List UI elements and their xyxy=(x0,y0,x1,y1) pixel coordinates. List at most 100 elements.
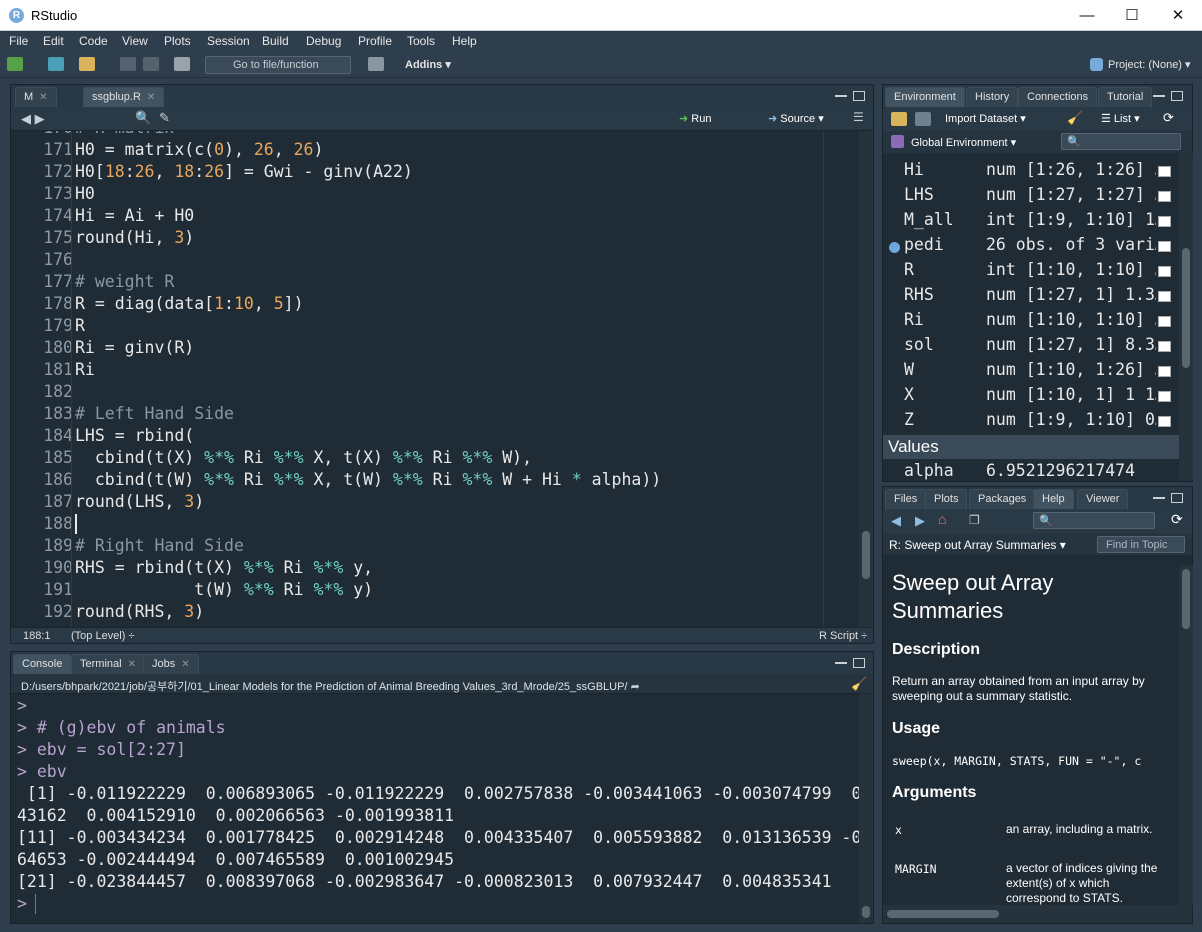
view-data-icon[interactable] xyxy=(1158,266,1171,277)
import-dataset-button[interactable]: Import Dataset ▾ xyxy=(945,112,1026,125)
maximize-help-icon[interactable] xyxy=(1171,493,1183,503)
code-line[interactable]: # weight R xyxy=(75,272,174,291)
code-line[interactable]: H0 = matrix(c(0), 26, 26) xyxy=(75,140,323,159)
new-file-icon[interactable] xyxy=(7,57,23,71)
code-line[interactable]: # Left Hand Side xyxy=(75,404,234,423)
console-scrollbar[interactable] xyxy=(859,694,873,923)
code-line[interactable]: cbind(t(X) %*% Ri %*% X, t(X) %*% Ri %*%… xyxy=(75,448,532,467)
tab-plots[interactable]: Plots xyxy=(925,489,968,509)
save-all-icon[interactable] xyxy=(143,57,159,71)
maximize-pane-icon[interactable] xyxy=(853,91,865,101)
help-scrollbar[interactable] xyxy=(1179,565,1193,905)
code-line[interactable]: Hi = Ai + H0 xyxy=(75,206,194,225)
env-row[interactable]: LHS num [1:27, 1:27] … xyxy=(883,185,1179,210)
file-type-selector[interactable]: R Script ÷ xyxy=(819,630,867,642)
code-line[interactable]: # H matrix xyxy=(75,131,174,137)
scope-dropdown[interactable]: Global Environment ▾ xyxy=(911,136,1016,149)
env-row[interactable]: Xnum [1:10, 1] 1 1… xyxy=(883,385,1179,410)
project-menu[interactable]: Project: (None) ▾ xyxy=(1108,58,1191,71)
tab-environment[interactable]: Environment xyxy=(885,87,965,107)
console-output[interactable]: > > # (g)ebv of animals > ebv = sol[2:27] >… xyxy=(11,694,859,923)
editor-scrollbar[interactable] xyxy=(859,131,873,627)
menu-debug[interactable]: Debug xyxy=(306,34,341,48)
env-row[interactable]: Ri num [1:10, 1:10] … xyxy=(883,310,1179,335)
env-row[interactable]: Znum [1:9, 1:10] 0… xyxy=(883,410,1179,435)
minimize-console-icon[interactable] xyxy=(835,662,847,664)
back-forward-icon[interactable]: ◀ ▶ xyxy=(21,111,45,127)
tab-jobs[interactable]: Jobs ✕ xyxy=(143,654,199,674)
menu-profile[interactable]: Profile xyxy=(358,34,392,48)
view-data-icon[interactable] xyxy=(1158,216,1171,227)
code-line[interactable]: R xyxy=(75,316,85,335)
save-workspace-icon[interactable] xyxy=(915,112,931,126)
goto-file-input[interactable]: Go to file/function xyxy=(205,56,351,74)
menu-session[interactable]: Session xyxy=(207,34,250,48)
help-home-icon[interactable]: ⌂ xyxy=(938,511,946,527)
menu-build[interactable]: Build xyxy=(262,34,289,48)
code-line[interactable]: Ri = ginv(R) xyxy=(75,338,194,357)
code-line[interactable]: round(Hi, 3) xyxy=(75,228,194,247)
scope-selector[interactable]: (Top Level) ÷ xyxy=(71,630,135,642)
code-line[interactable]: t(W) %*% Ri %*% y) xyxy=(75,580,373,599)
view-data-icon[interactable] xyxy=(1158,241,1171,252)
code-line[interactable]: R = diag(data[1:10, 5]) xyxy=(75,294,304,313)
help-search-input[interactable]: 🔍 xyxy=(1033,512,1155,529)
view-data-icon[interactable] xyxy=(1158,341,1171,352)
env-section-header[interactable]: Values xyxy=(883,435,1179,459)
env-row[interactable]: sol num [1:27, 1] 8.3… xyxy=(883,335,1179,360)
view-data-icon[interactable] xyxy=(1158,191,1171,202)
workspace-panes-icon[interactable] xyxy=(368,57,384,71)
list-view-button[interactable]: ☰ List ▾ xyxy=(1101,112,1140,125)
help-topic-dropdown[interactable]: R: Sweep out Array Summaries ▾ xyxy=(889,538,1066,552)
env-value-row[interactable]: alpha 6.9521296217474 xyxy=(883,461,1179,481)
help-hscrollbar[interactable] xyxy=(883,905,1192,923)
menu-help[interactable]: Help xyxy=(452,34,477,48)
tab-m[interactable]: M ✕ xyxy=(15,87,57,107)
minimize-help-icon[interactable] xyxy=(1153,497,1165,499)
minimize-button[interactable]: — xyxy=(1064,0,1110,31)
tab-tutorial[interactable]: Tutorial xyxy=(1098,87,1153,107)
env-row[interactable]: pedi 26 obs. of 3 vari… xyxy=(883,235,1179,260)
code-line[interactable]: round(LHS, 3) xyxy=(75,492,204,511)
menu-code[interactable]: Code xyxy=(79,34,108,48)
close-button[interactable]: ✕ xyxy=(1155,0,1201,31)
outline-icon[interactable]: ☰ xyxy=(853,110,864,124)
find-icon[interactable]: 🔍 xyxy=(135,110,151,126)
code-line[interactable]: LHS = rbind( xyxy=(75,426,194,445)
tab-help[interactable]: Help xyxy=(1033,489,1074,509)
env-row[interactable]: Hi num [1:26, 1:26] … xyxy=(883,160,1179,185)
code-tools-icon[interactable]: ✎ xyxy=(159,110,170,126)
run-button[interactable]: ➜ Run xyxy=(679,112,711,125)
menu-file[interactable]: File xyxy=(9,34,28,48)
load-workspace-icon[interactable] xyxy=(891,112,907,126)
view-data-icon[interactable] xyxy=(1158,166,1171,177)
clear-console-icon[interactable]: 🧹 xyxy=(851,676,867,692)
tab-history[interactable]: History xyxy=(966,87,1019,107)
code-line[interactable]: H0 xyxy=(75,184,95,203)
minimize-pane-icon[interactable] xyxy=(835,95,847,97)
addins-menu[interactable]: Addins ▾ xyxy=(405,58,451,71)
tab-terminal[interactable]: Terminal ✕ xyxy=(71,654,145,674)
print-icon[interactable] xyxy=(174,57,190,71)
find-in-topic-input[interactable]: Find in Topic xyxy=(1097,536,1185,553)
tab-console[interactable]: Console xyxy=(13,654,72,674)
tab-files[interactable]: Files xyxy=(885,489,927,509)
new-project-icon[interactable] xyxy=(48,57,64,71)
code-line[interactable]: RHS = rbind(t(X) %*% Ri %*% y, xyxy=(75,558,373,577)
help-back-icon[interactable]: ◀ xyxy=(891,513,901,529)
view-data-icon[interactable] xyxy=(1158,416,1171,427)
view-data-icon[interactable] xyxy=(1158,291,1171,302)
menu-edit[interactable]: Edit xyxy=(43,34,64,48)
expand-icon[interactable] xyxy=(889,242,900,253)
help-popout-icon[interactable]: ❐ xyxy=(969,513,980,527)
env-row[interactable]: RHS num [1:27, 1] 1.3… xyxy=(883,285,1179,310)
tab-connections[interactable]: Connections xyxy=(1018,87,1098,107)
tab-ssgblup[interactable]: ssgblup.R ✕ xyxy=(83,87,165,107)
env-search-input[interactable]: 🔍 xyxy=(1061,133,1181,150)
view-data-icon[interactable] xyxy=(1158,366,1171,377)
help-forward-icon[interactable]: ▶ xyxy=(915,513,925,529)
minimize-env-icon[interactable] xyxy=(1153,95,1165,97)
code-line[interactable]: Ri xyxy=(75,360,95,379)
code-line[interactable]: H0[18:26, 18:26] = Gwi - ginv(A22) xyxy=(75,162,413,181)
env-scrollbar[interactable] xyxy=(1179,153,1193,481)
